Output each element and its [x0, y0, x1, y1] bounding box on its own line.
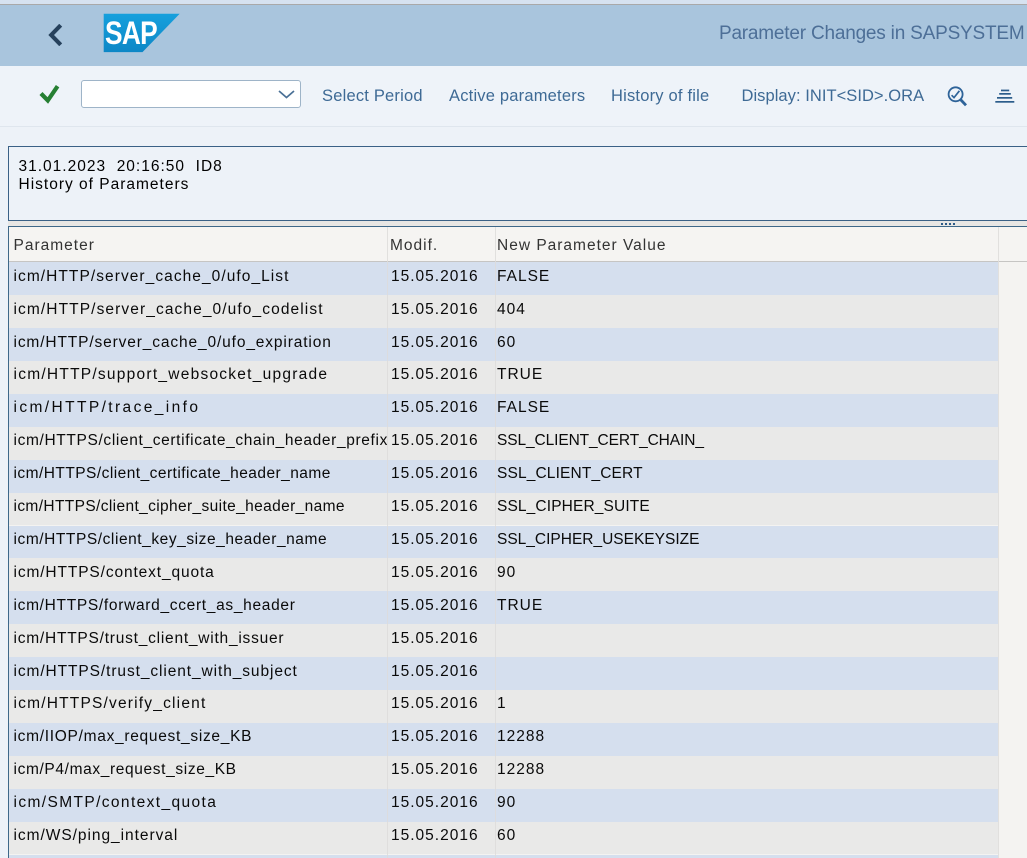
- svg-text:SAP: SAP: [105, 16, 157, 52]
